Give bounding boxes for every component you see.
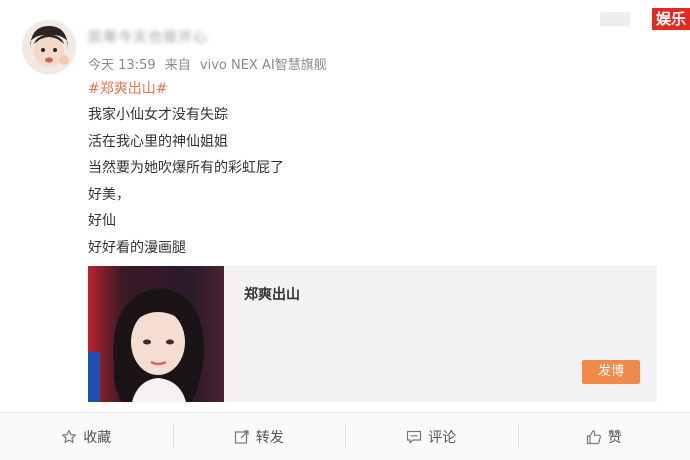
repost-icon: [234, 429, 250, 445]
source-prefix: 来自: [165, 58, 191, 73]
repost-label: 转发: [256, 427, 284, 447]
username[interactable]: 凯蒂今天也很开心: [88, 27, 208, 47]
repost-button[interactable]: 转发: [173, 413, 346, 460]
favorite-label: 收藏: [83, 427, 111, 447]
post-text: 我家小仙女才没有失踪 活在我心里的神仙姐姐 当然要为她吹爆所有的彩虹屁了 好美，…: [88, 106, 284, 265]
post-line: 好好看的漫画腿: [88, 239, 284, 266]
user-avatar[interactable]: [22, 20, 76, 74]
watermark-badge: 娱乐: [652, 8, 690, 30]
topic-card[interactable]: 郑爽出山 发博: [88, 266, 657, 402]
topic-card-title[interactable]: 郑爽出山: [244, 284, 300, 304]
post-line: 活在我心里的神仙姐姐: [88, 133, 284, 160]
avatar-image: [22, 20, 76, 74]
favorite-button[interactable]: 收藏: [0, 413, 173, 460]
watermark-logo: [600, 12, 630, 26]
topic-link[interactable]: #郑爽出山#: [88, 78, 167, 98]
post-time[interactable]: 今天 13:59: [88, 58, 156, 73]
post-line: 我家小仙女才没有失踪: [88, 106, 284, 133]
post-line: 当然要为她吹爆所有的彩虹屁了: [88, 159, 284, 186]
post-source[interactable]: vivo NEX AI智慧旗舰: [200, 58, 327, 73]
like-button[interactable]: 赞: [518, 413, 690, 460]
comment-label: 评论: [428, 427, 456, 447]
like-label: 赞: [608, 427, 622, 447]
post-line: 好仙: [88, 212, 284, 239]
star-icon: [61, 429, 77, 445]
post-meta: 今天 13:59 来自 vivo NEX AI智慧旗舰: [88, 54, 332, 73]
topic-card-image: [88, 266, 224, 402]
post-weibo-button[interactable]: 发博: [582, 360, 640, 384]
thumbs-up-icon: [586, 429, 602, 445]
action-bar: 收藏 转发 评论 赞: [0, 412, 690, 460]
comment-icon: [406, 429, 422, 445]
post-line: 好美，: [88, 186, 284, 213]
comment-button[interactable]: 评论: [345, 413, 518, 460]
